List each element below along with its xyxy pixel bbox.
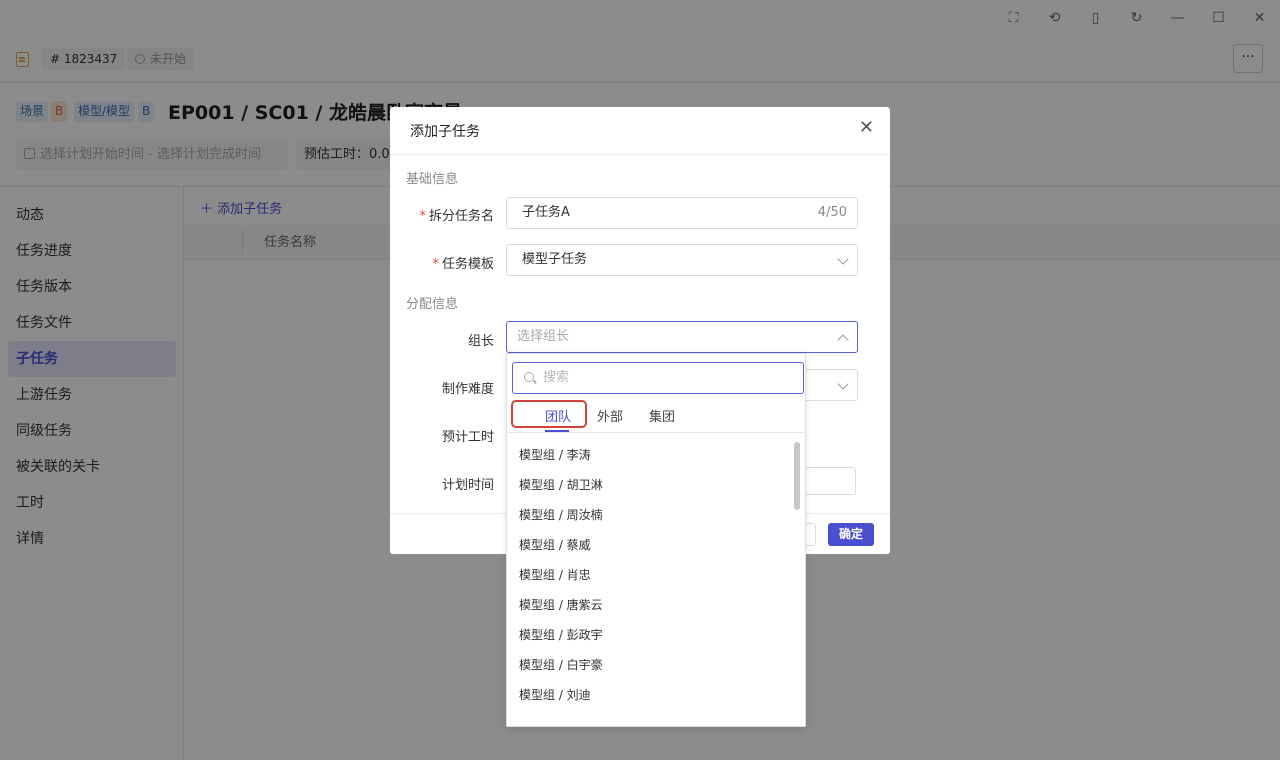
tab-team[interactable]: 团队 bbox=[545, 406, 571, 425]
chevron-down-icon bbox=[837, 253, 849, 265]
tab-group[interactable]: 集团 bbox=[649, 406, 675, 425]
section-basic: 基础信息 bbox=[406, 172, 459, 187]
field-label-template-text: 任务模板 bbox=[441, 257, 494, 272]
list-item[interactable]: 模型组 / 胡卫淋 bbox=[507, 470, 805, 500]
required-mark: * bbox=[419, 209, 426, 224]
subtask-name-input[interactable]: 子任务A 4/50 bbox=[506, 197, 858, 229]
required-mark: * bbox=[432, 257, 439, 272]
field-label-hours: 预计工时 bbox=[441, 430, 494, 445]
list-item[interactable]: 模型组 / 周汝楠 bbox=[507, 500, 805, 530]
dialog-close-icon[interactable]: ✕ bbox=[859, 117, 874, 138]
confirm-button[interactable]: 确定 bbox=[828, 523, 874, 546]
field-label-name: * 拆分任务名 bbox=[406, 205, 494, 224]
template-select[interactable]: 模型子任务 bbox=[506, 244, 858, 276]
section-assign: 分配信息 bbox=[406, 297, 459, 312]
dropdown-tabs: 团队 外部 集团 bbox=[507, 400, 805, 433]
member-list: 模型组 / 李涛 模型组 / 胡卫淋 模型组 / 周汝楠 模型组 / 蔡威 模型… bbox=[507, 440, 805, 710]
list-item[interactable]: 模型组 / 李涛 bbox=[507, 440, 805, 470]
chevron-down-icon bbox=[837, 378, 849, 390]
list-item[interactable]: 模型组 / 肖忠 bbox=[507, 560, 805, 590]
subtask-name-value: 子任务A bbox=[522, 205, 570, 220]
dropdown-search-input[interactable]: 搜索 bbox=[512, 362, 804, 394]
char-counter: 4/50 bbox=[817, 205, 847, 220]
field-label-template: * 任务模板 bbox=[406, 253, 494, 272]
chevron-up-icon bbox=[837, 334, 849, 346]
field-label-schedule: 计划时间 bbox=[441, 478, 494, 493]
dialog-title: 添加子任务 bbox=[410, 124, 480, 140]
list-item[interactable]: 模型组 / 蔡威 bbox=[507, 530, 805, 560]
active-tab-indicator bbox=[545, 430, 569, 432]
leader-dropdown: 搜索 团队 外部 集团 模型组 / 李涛 模型组 / 胡卫淋 模型组 / 周汝楠… bbox=[506, 353, 806, 727]
tab-external[interactable]: 外部 bbox=[597, 406, 623, 425]
leader-select[interactable]: 选择组长 bbox=[506, 321, 858, 353]
field-label-leader: 组长 bbox=[467, 334, 494, 349]
list-item[interactable]: 模型组 / 唐紫云 bbox=[507, 590, 805, 620]
dropdown-scrollbar[interactable] bbox=[794, 442, 800, 510]
template-value: 模型子任务 bbox=[522, 252, 588, 267]
dialog-divider bbox=[390, 154, 890, 155]
search-icon bbox=[524, 372, 534, 382]
dropdown-search-placeholder: 搜索 bbox=[543, 370, 570, 385]
field-label-name-text: 拆分任务名 bbox=[428, 209, 494, 224]
leader-placeholder: 选择组长 bbox=[517, 329, 570, 344]
field-label-difficulty: 制作难度 bbox=[441, 382, 494, 397]
list-item[interactable]: 模型组 / 彭政宇 bbox=[507, 620, 805, 650]
list-item[interactable]: 模型组 / 白宇豪 bbox=[507, 650, 805, 680]
list-item[interactable]: 模型组 / 刘迪 bbox=[507, 680, 805, 710]
